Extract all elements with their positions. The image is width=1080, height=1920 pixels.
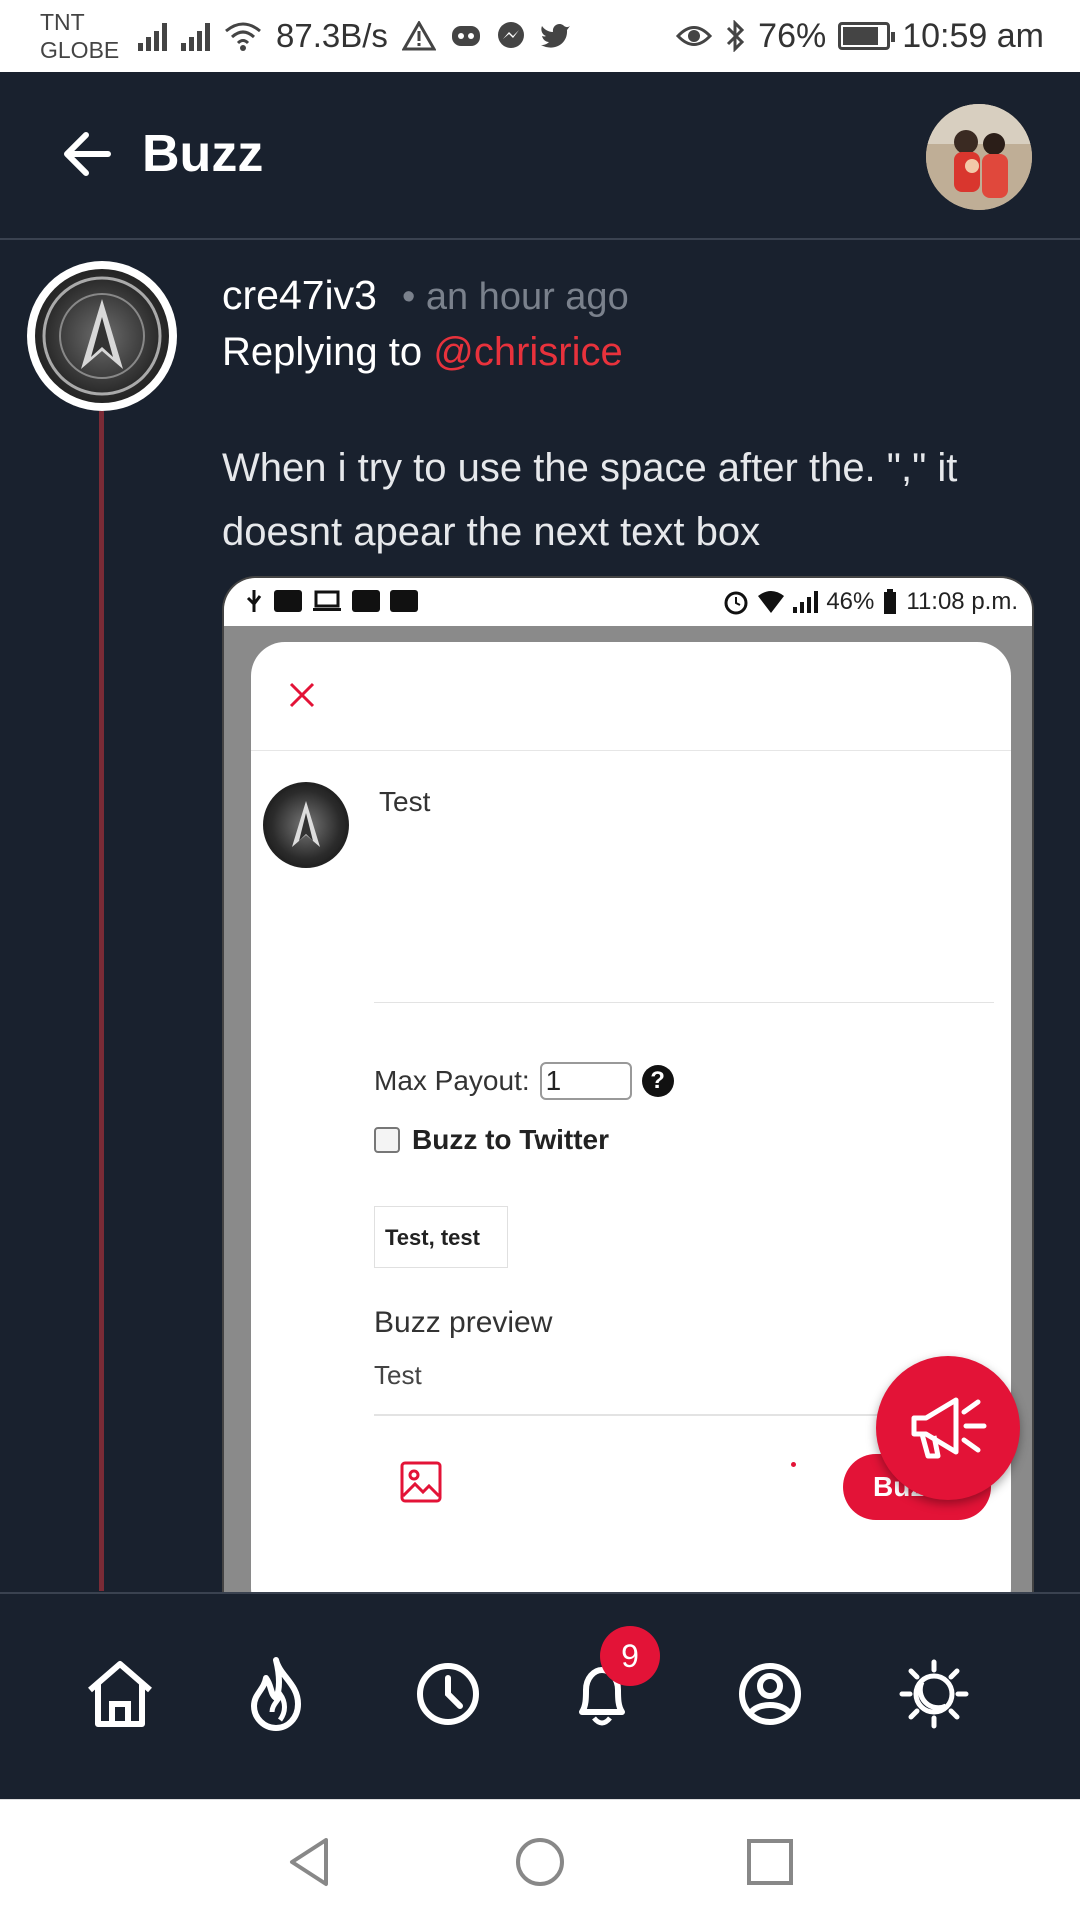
eye-icon bbox=[676, 26, 713, 46]
battery-fill bbox=[843, 27, 879, 45]
image-upload-icon[interactable] bbox=[399, 1460, 443, 1504]
preview-divider bbox=[374, 1414, 934, 1416]
carrier-line-2: GLOBE bbox=[40, 37, 120, 63]
carrier-name: TNT GLOBE bbox=[40, 8, 119, 64]
user-avatar[interactable] bbox=[926, 104, 1032, 210]
starfleet-logo-icon bbox=[292, 801, 320, 847]
system-back-icon[interactable] bbox=[282, 1834, 338, 1890]
compose-textarea[interactable]: Test bbox=[379, 786, 430, 818]
signal-icon bbox=[138, 21, 167, 51]
notifications-badge: 9 bbox=[600, 1626, 660, 1686]
max-payout-label: Max Payout: bbox=[374, 1065, 530, 1096]
wifi-icon-small bbox=[758, 591, 785, 613]
tags-box[interactable]: Test, test bbox=[374, 1206, 508, 1268]
messenger-icon bbox=[497, 22, 524, 48]
network-speed: 87.3B/s bbox=[276, 17, 388, 54]
battery-icon bbox=[838, 22, 896, 50]
preview-title: Buzz preview bbox=[374, 1306, 553, 1339]
page-title: Buzz bbox=[142, 125, 264, 183]
latest-icon[interactable] bbox=[408, 1654, 488, 1734]
author-avatar[interactable] bbox=[27, 261, 177, 411]
system-home-icon[interactable] bbox=[512, 1834, 568, 1890]
system-recents-icon[interactable] bbox=[742, 1834, 798, 1890]
loading-dot bbox=[791, 1462, 796, 1467]
alarm-icon bbox=[724, 591, 748, 615]
post-username[interactable]: cre47iv3 bbox=[222, 272, 377, 319]
clock: 10:59 am bbox=[902, 16, 1044, 55]
max-payout-row: Max Payout: 1 ? bbox=[374, 1062, 674, 1100]
mention-link[interactable]: @chrisrice bbox=[433, 330, 623, 374]
post-timestamp: • an hour ago bbox=[402, 276, 629, 318]
discord-icon bbox=[451, 26, 480, 46]
message-icon bbox=[390, 590, 418, 612]
replying-prefix: Replying to bbox=[222, 330, 434, 374]
megaphone-icon bbox=[911, 1397, 987, 1459]
app-header: Buzz bbox=[0, 72, 1080, 240]
laptop-icon bbox=[313, 590, 341, 611]
post-body: When i try to use the space after the. "… bbox=[222, 446, 958, 554]
close-icon[interactable] bbox=[285, 678, 319, 712]
profile-icon[interactable] bbox=[730, 1654, 810, 1734]
compose-divider bbox=[374, 1002, 994, 1003]
preview-text: Test bbox=[374, 1360, 422, 1390]
embedded-status-right: 46% 11:08 p.m. bbox=[723, 588, 1018, 616]
buzz-to-twitter-checkbox[interactable] bbox=[374, 1127, 400, 1153]
trending-icon[interactable] bbox=[236, 1654, 316, 1734]
voicemail-icon bbox=[352, 590, 380, 612]
carrier-line-1: TNT bbox=[40, 9, 85, 35]
replying-to: Replying to @chrisrice bbox=[222, 330, 623, 375]
compose-avatar bbox=[263, 782, 349, 868]
embedded-status-bar: 46% 11:08 p.m. bbox=[224, 578, 1032, 626]
max-payout-input[interactable]: 1 bbox=[539, 1062, 632, 1100]
embedded-battery-percent: 46% bbox=[826, 588, 875, 615]
embedded-time: 11:08 p.m. bbox=[906, 588, 1018, 615]
usb-icon bbox=[246, 590, 262, 612]
wifi-icon bbox=[225, 22, 261, 51]
status-left: 87.3B/s bbox=[138, 14, 572, 58]
modal-divider bbox=[251, 750, 1011, 751]
status-right: 76% 10:59 am bbox=[676, 14, 1044, 58]
thread-line bbox=[99, 411, 104, 1591]
signal-icon-2 bbox=[181, 21, 210, 51]
starfleet-logo-icon bbox=[35, 269, 169, 403]
battery-percent: 76% bbox=[758, 16, 827, 55]
warning-icon bbox=[401, 21, 436, 51]
back-arrow-icon[interactable] bbox=[62, 130, 112, 178]
buzz-to-twitter-row[interactable]: Buzz to Twitter bbox=[374, 1124, 609, 1156]
help-icon[interactable]: ? bbox=[641, 1065, 674, 1097]
home-icon[interactable] bbox=[80, 1654, 160, 1734]
compose-fab[interactable] bbox=[876, 1356, 1020, 1500]
twitter-icon bbox=[540, 23, 570, 48]
status-bar: TNT GLOBE 87.3B/s 76% 10:59 am bbox=[0, 0, 1080, 72]
embedded-status-left bbox=[244, 588, 418, 614]
buzz-to-twitter-label: Buzz to Twitter bbox=[412, 1124, 610, 1155]
avatar-photo bbox=[926, 104, 1032, 210]
youtube-icon bbox=[274, 590, 302, 612]
signal-icon-small bbox=[793, 591, 819, 613]
bottom-navigation: 9 bbox=[0, 1592, 1080, 1799]
battery-charging-icon bbox=[884, 589, 897, 614]
system-navigation-bar bbox=[0, 1799, 1080, 1920]
theme-icon[interactable] bbox=[894, 1654, 974, 1734]
bluetooth-icon bbox=[727, 20, 745, 52]
